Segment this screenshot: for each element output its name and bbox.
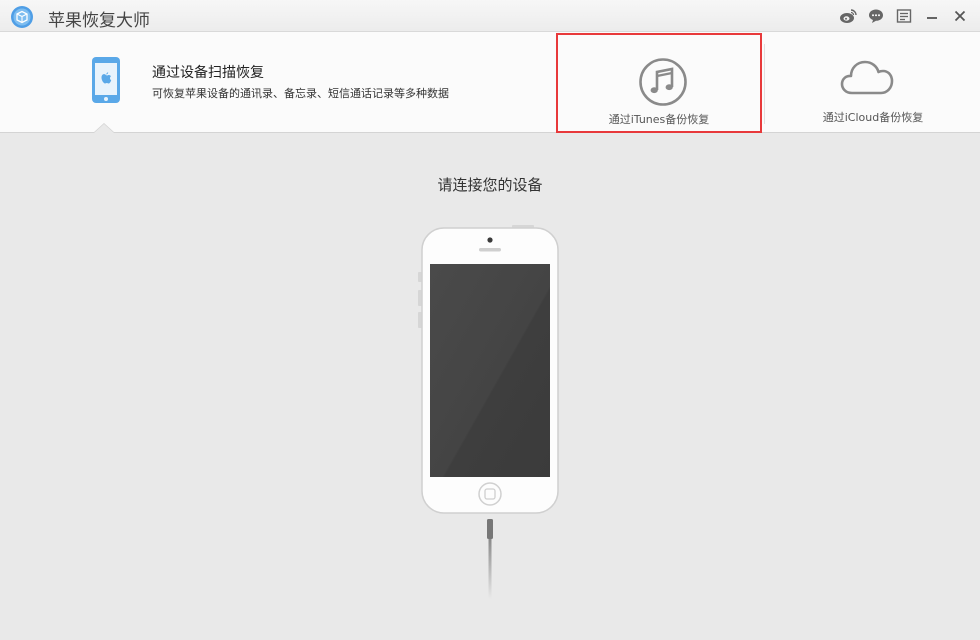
app-logo-icon [11, 6, 33, 28]
minimize-icon [927, 17, 937, 19]
chat-icon [869, 9, 883, 23]
mode-itunes-backup[interactable]: 通过iTunes备份恢复 [556, 33, 762, 133]
scan-mode-title: 通过设备扫描恢复 [152, 65, 264, 81]
close-button[interactable] [950, 6, 970, 26]
connect-device-prompt: 请连接您的设备 [437, 176, 543, 194]
menu-button[interactable] [894, 6, 914, 26]
window-controls [838, 6, 970, 26]
selection-pointer [94, 124, 114, 133]
music-note-icon [639, 58, 687, 106]
phone-icon [92, 57, 120, 103]
iphone-illustration [418, 225, 559, 599]
weibo-button[interactable] [838, 6, 858, 26]
icloud-mode-label: 通过iCloud备份恢复 [822, 111, 924, 124]
close-icon [954, 10, 966, 22]
menu-icon [896, 9, 912, 23]
title-bar: 苹果恢复大师 [0, 0, 980, 32]
chat-button[interactable] [866, 6, 886, 26]
mode-divider [764, 44, 765, 124]
mode-device-scan[interactable]: 通过设备扫描恢复 可恢复苹果设备的通讯录、备忘录、短信通话记录等多种数据 [0, 32, 556, 133]
itunes-mode-label: 通过iTunes备份恢复 [608, 113, 710, 126]
weibo-icon [840, 9, 857, 23]
recovery-mode-bar: 通过设备扫描恢复 可恢复苹果设备的通讯录、备忘录、短信通话记录等多种数据 通过i… [0, 32, 980, 133]
cloud-icon [840, 60, 894, 95]
scan-mode-description: 可恢复苹果设备的通讯录、备忘录、短信通话记录等多种数据 [152, 87, 449, 100]
minimize-button[interactable] [922, 6, 942, 26]
app-title: 苹果恢复大师 [48, 11, 150, 31]
mode-icloud-backup[interactable]: 通过iCloud备份恢复 [766, 32, 980, 133]
